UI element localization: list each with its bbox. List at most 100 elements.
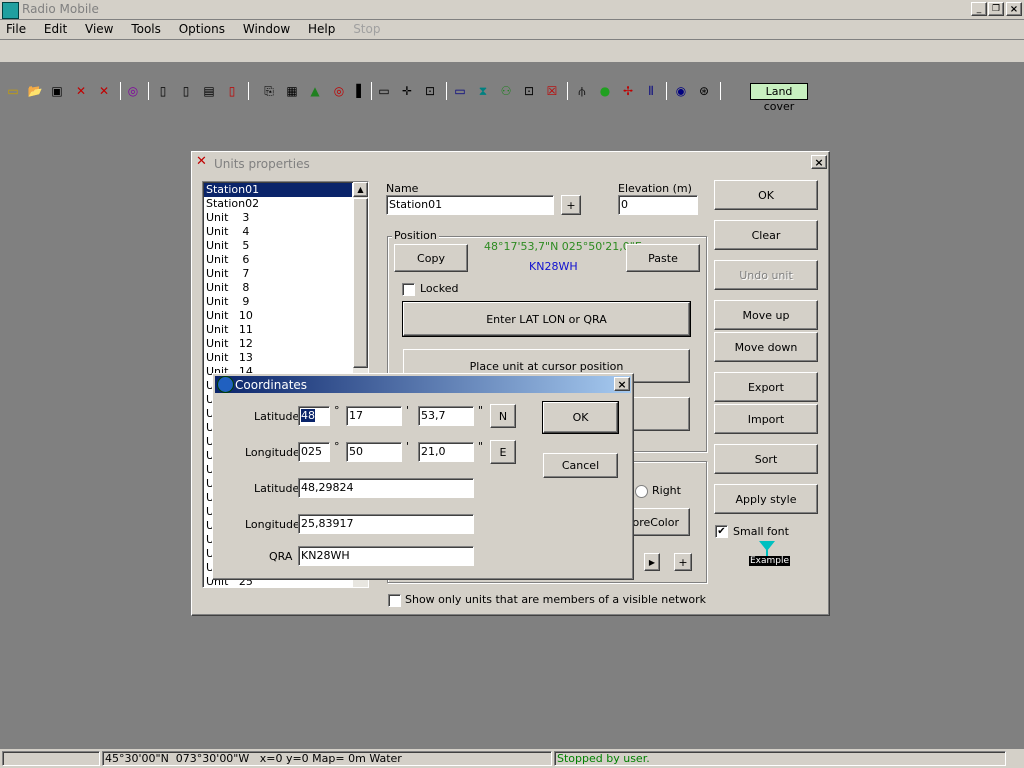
clear-button[interactable]: Clear	[714, 220, 818, 250]
list-item[interactable]: Unit 3	[204, 211, 352, 225]
name-plus-button[interactable]: +	[561, 195, 581, 215]
list-item[interactable]: Station01	[204, 183, 352, 197]
style-plus-button[interactable]: +	[674, 553, 692, 571]
menu-window[interactable]: Window	[243, 22, 290, 36]
minute-symbol: '	[406, 404, 410, 417]
scroll-up-button[interactable]: ▲	[353, 182, 368, 197]
paste-button[interactable]: Paste	[626, 244, 700, 272]
antenna-icon[interactable]: ⫛	[573, 82, 591, 100]
import-button[interactable]: Import	[714, 404, 818, 434]
menu-file[interactable]: File	[6, 22, 26, 36]
open-icon[interactable]: 📂	[26, 82, 44, 100]
coordinates-ok-button[interactable]: OK	[542, 401, 619, 434]
longitude-minutes-input[interactable]: 50	[346, 442, 402, 462]
locked-checkbox[interactable]	[402, 283, 415, 296]
link-net-icon[interactable]: ✢	[619, 82, 637, 100]
qra-text: KN28WH	[529, 260, 578, 273]
enter-lat-lon-button[interactable]: Enter LAT LON or QRA	[402, 301, 691, 337]
latitude-decimal-input[interactable]: 48,29824	[298, 478, 474, 498]
copy-icon[interactable]: ⎘	[260, 82, 278, 100]
print-icon[interactable]: ▤	[200, 82, 218, 100]
move-up-button[interactable]: Move up	[714, 300, 818, 330]
delete-picture-icon[interactable]: ▯	[223, 82, 241, 100]
list-item[interactable]: Unit 12	[204, 337, 352, 351]
menu-help[interactable]: Help	[308, 22, 335, 36]
show-only-checkbox[interactable]	[388, 594, 401, 607]
close-button[interactable]: ×	[1006, 2, 1022, 16]
longitude-decimal-input[interactable]: 25,83917	[298, 514, 474, 534]
menu-edit[interactable]: Edit	[44, 22, 67, 36]
unit-add-icon[interactable]: ✕	[95, 82, 113, 100]
list-item[interactable]: Unit 9	[204, 295, 352, 309]
zoom-icon[interactable]: ⊡	[421, 82, 439, 100]
radio-coverage-icon[interactable]: ⚇	[497, 82, 515, 100]
globe-icon[interactable]: ◉	[672, 82, 690, 100]
export-button[interactable]: Export	[714, 372, 818, 402]
longitude-decimal-label: Longitude	[245, 518, 300, 531]
coordinates-cancel-button[interactable]: Cancel	[543, 453, 618, 478]
latitude-degrees-value: 48	[301, 409, 315, 422]
list-item[interactable]: Unit 10	[204, 309, 352, 323]
window-icon[interactable]: ▭	[451, 82, 469, 100]
list-item[interactable]: Unit 5	[204, 239, 352, 253]
coordinates-close-button[interactable]: ×	[614, 377, 630, 391]
ok-button[interactable]: OK	[714, 180, 818, 210]
latitude-minutes-input[interactable]: 17	[346, 406, 402, 426]
move-down-button[interactable]: Move down	[714, 332, 818, 362]
status-position: 45°30'00"N 073°30'00"W x=0 y=0 Map= 0m W…	[102, 751, 552, 766]
polar-icon[interactable]: ⊡	[520, 82, 538, 100]
latitude-seconds-input[interactable]: 53,7	[418, 406, 474, 426]
degree-symbol: °	[334, 440, 340, 453]
picture-edit-icon[interactable]: ▯	[177, 82, 195, 100]
list-item[interactable]: Unit 8	[204, 281, 352, 295]
menu-view[interactable]: View	[85, 22, 113, 36]
list-item[interactable]: Unit 7	[204, 267, 352, 281]
picture-icon[interactable]: ▯	[154, 82, 172, 100]
radio-link-icon[interactable]: ⧗	[474, 82, 492, 100]
longitude-degrees-input[interactable]: 025	[298, 442, 330, 462]
map-icon[interactable]: ▲	[306, 82, 324, 100]
minimize-button[interactable]: _	[971, 2, 987, 16]
undo-unit-button[interactable]: Undo unit	[714, 260, 818, 290]
coordinates-title: Coordinates	[235, 378, 308, 392]
restore-button[interactable]: ❐	[988, 2, 1004, 16]
style-scroll-right-button[interactable]: ▶	[644, 553, 660, 571]
menu-tools[interactable]: Tools	[131, 22, 161, 36]
paste-icon[interactable]: ▦	[283, 82, 301, 100]
longitude-hemisphere-button[interactable]: E	[490, 440, 516, 464]
list-item[interactable]: Unit 11	[204, 323, 352, 337]
land-cover-button[interactable]: Land cover	[750, 83, 808, 113]
copy-button[interactable]: Copy	[394, 244, 468, 272]
scroll-thumb[interactable]	[353, 198, 368, 368]
right-radio[interactable]	[635, 485, 648, 498]
cross-icon[interactable]: ☒	[543, 82, 561, 100]
new-icon[interactable]: ▭	[4, 82, 22, 100]
web-icon[interactable]: ⊛	[695, 82, 713, 100]
list-item[interactable]: Unit 4	[204, 225, 352, 239]
units-icon[interactable]: ✕	[72, 82, 90, 100]
gradient-icon[interactable]: ▌	[352, 82, 370, 100]
list-item[interactable]: Unit 13	[204, 351, 352, 365]
network-icon[interactable]: ◎	[124, 82, 142, 100]
latitude-hemisphere-button[interactable]: N	[490, 404, 516, 428]
name-input[interactable]: Station01	[386, 195, 554, 215]
bars-icon[interactable]: ⦀	[642, 82, 660, 100]
longitude-seconds-input[interactable]: 21,0	[418, 442, 474, 462]
small-font-checkbox[interactable]: ✔	[715, 525, 728, 538]
crosshair-icon[interactable]: ✛	[398, 82, 416, 100]
list-item[interactable]: Station02	[204, 197, 352, 211]
menu-options[interactable]: Options	[179, 22, 225, 36]
small-font-label: Small font	[733, 525, 789, 538]
list-item[interactable]: Unit 6	[204, 253, 352, 267]
elevation-input[interactable]: 0	[618, 195, 698, 215]
units-dialog-close-button[interactable]: ×	[811, 155, 827, 169]
ruler-icon[interactable]: ▭	[375, 82, 393, 100]
latitude-degrees-input[interactable]: 48	[298, 406, 330, 426]
circle-icon[interactable]: ●	[596, 82, 614, 100]
apply-style-button[interactable]: Apply style	[714, 484, 818, 514]
sort-button[interactable]: Sort	[714, 444, 818, 474]
save-all-icon[interactable]: ▣	[48, 82, 66, 100]
qra-input[interactable]: KN28WH	[298, 546, 474, 566]
menu-stop: Stop	[353, 22, 381, 36]
target-icon[interactable]: ◎	[330, 82, 348, 100]
